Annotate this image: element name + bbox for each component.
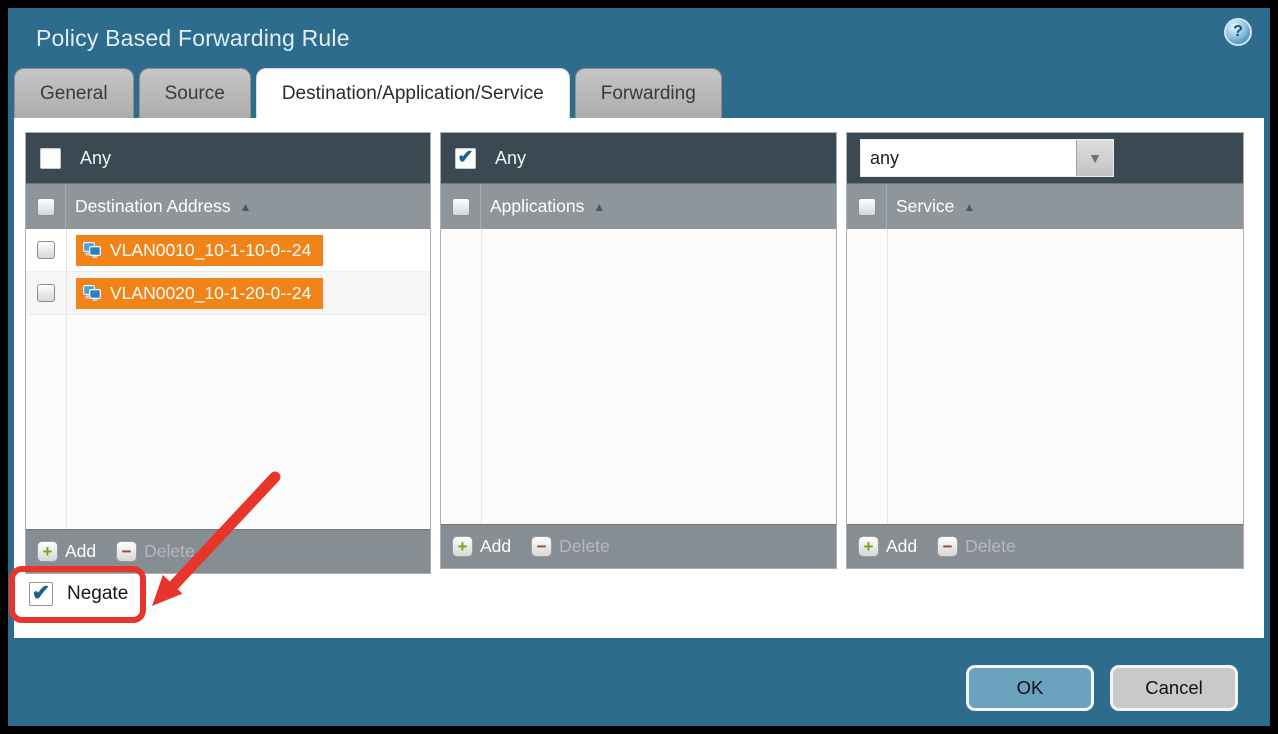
applications-any-checkbox[interactable]: ✔ xyxy=(455,148,476,169)
sort-asc-icon[interactable]: ▲ xyxy=(593,200,605,214)
tab-destination-application-service[interactable]: Destination/Application/Service xyxy=(256,68,570,118)
row-checkbox[interactable] xyxy=(37,241,55,259)
cancel-button-label: Cancel xyxy=(1145,677,1203,699)
service-dropdown[interactable]: any ▼ xyxy=(861,140,1113,176)
tab-bar: General Source Destination/Application/S… xyxy=(14,68,722,118)
check-icon: ✔ xyxy=(458,148,474,167)
add-button[interactable]: + Add xyxy=(37,541,96,562)
destination-any-label: Any xyxy=(80,148,111,169)
tab-general-label: General xyxy=(40,83,108,105)
tab-forwarding[interactable]: Forwarding xyxy=(575,68,722,118)
destination-address-column: Any Destination Address ▲ xyxy=(25,132,431,574)
dialog-titlebar: Policy Based Forwarding Rule xyxy=(36,8,350,68)
plus-icon: + xyxy=(452,536,473,557)
negate-label: Negate xyxy=(67,583,128,605)
question-mark-glyph: ? xyxy=(1233,23,1243,41)
service-dropdown-value: any xyxy=(861,140,1076,176)
applications-column-header: Applications xyxy=(490,196,584,217)
dialog-title: Policy Based Forwarding Rule xyxy=(36,25,350,52)
tab-content-panel: Any Destination Address ▲ xyxy=(14,118,1264,638)
service-select-all-checkbox[interactable] xyxy=(858,198,876,216)
delete-label: Delete xyxy=(965,536,1016,557)
destination-list: VLAN0010_10-1-10-0--24 xyxy=(26,229,430,529)
cancel-button[interactable]: Cancel xyxy=(1110,665,1238,711)
add-label: Add xyxy=(886,536,917,557)
service-header-row: Service ▲ xyxy=(847,183,1243,229)
add-label: Add xyxy=(65,541,96,562)
delete-button[interactable]: − Delete xyxy=(937,536,1016,557)
applications-list xyxy=(441,229,836,524)
add-button[interactable]: + Add xyxy=(452,536,511,557)
negate-checkbox[interactable]: ✔ xyxy=(29,582,53,606)
destination-any-checkbox[interactable] xyxy=(40,148,61,169)
add-button[interactable]: + Add xyxy=(858,536,917,557)
table-row[interactable]: VLAN0020_10-1-20-0--24 xyxy=(26,272,430,315)
minus-icon: − xyxy=(937,536,958,557)
sort-asc-icon[interactable]: ▲ xyxy=(240,200,252,214)
service-column-header: Service xyxy=(896,196,954,217)
address-object-chip[interactable]: VLAN0020_10-1-20-0--24 xyxy=(76,278,323,309)
row-checkbox[interactable] xyxy=(37,284,55,302)
applications-header-row: Applications ▲ xyxy=(441,183,836,229)
destination-footer: + Add − Delete xyxy=(26,529,430,573)
network-icon xyxy=(83,242,102,258)
delete-button[interactable]: − Delete xyxy=(116,541,195,562)
chevron-down-icon[interactable]: ▼ xyxy=(1076,140,1113,176)
service-dropdown-bar: any ▼ xyxy=(847,133,1243,183)
applications-select-all-checkbox[interactable] xyxy=(452,198,470,216)
delete-button[interactable]: − Delete xyxy=(531,536,610,557)
tab-forwarding-label: Forwarding xyxy=(601,83,696,105)
destination-column-header: Destination Address xyxy=(75,196,231,217)
applications-select-all-cell xyxy=(441,184,481,229)
policy-forwarding-dialog: Policy Based Forwarding Rule ? General S… xyxy=(8,8,1270,726)
delete-label: Delete xyxy=(559,536,610,557)
applications-any-bar: ✔ Any xyxy=(441,133,836,183)
negate-row: ✔ Negate xyxy=(29,582,128,606)
applications-column: ✔ Any Applications ▲ + Add − Delete xyxy=(440,132,837,569)
ok-button[interactable]: OK xyxy=(966,665,1094,711)
tab-source-label: Source xyxy=(165,83,225,105)
destination-any-bar: Any xyxy=(26,133,430,183)
delete-label: Delete xyxy=(144,541,195,562)
table-row[interactable]: VLAN0010_10-1-10-0--24 xyxy=(26,229,430,272)
service-column: any ▼ Service ▲ + Add − Delete xyxy=(846,132,1244,569)
service-footer: + Add − Delete xyxy=(847,524,1243,568)
applications-footer: + Add − Delete xyxy=(441,524,836,568)
ok-button-label: OK xyxy=(1017,677,1044,699)
minus-icon: − xyxy=(531,536,552,557)
service-list xyxy=(847,229,1243,524)
help-icon[interactable]: ? xyxy=(1224,18,1252,46)
add-label: Add xyxy=(480,536,511,557)
sort-asc-icon[interactable]: ▲ xyxy=(963,200,975,214)
service-select-all-cell xyxy=(847,184,887,229)
destination-header-row: Destination Address ▲ xyxy=(26,183,430,229)
tab-general[interactable]: General xyxy=(14,68,134,118)
applications-any-label: Any xyxy=(495,148,526,169)
address-object-name: VLAN0020_10-1-20-0--24 xyxy=(110,283,311,304)
destination-select-all-cell xyxy=(26,184,66,229)
destination-select-all-checkbox[interactable] xyxy=(37,198,55,216)
tab-das-label: Destination/Application/Service xyxy=(282,83,544,105)
address-object-name: VLAN0010_10-1-10-0--24 xyxy=(110,240,311,261)
address-object-chip[interactable]: VLAN0010_10-1-10-0--24 xyxy=(76,235,323,266)
tab-source[interactable]: Source xyxy=(139,68,251,118)
network-icon xyxy=(83,285,102,301)
minus-icon: − xyxy=(116,541,137,562)
check-icon: ✔ xyxy=(32,582,50,604)
plus-icon: + xyxy=(858,536,879,557)
plus-icon: + xyxy=(37,541,58,562)
